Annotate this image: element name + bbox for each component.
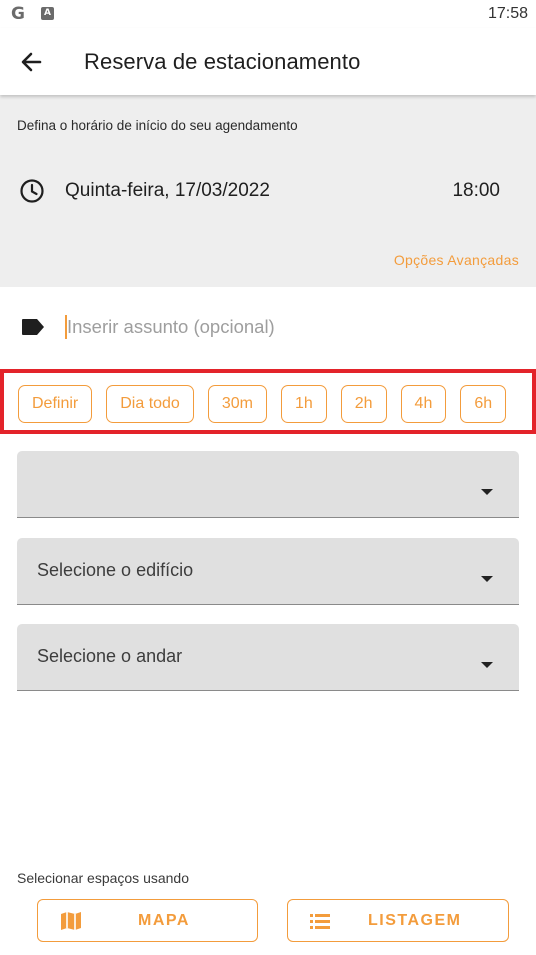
- chip-1h[interactable]: 1h: [280, 385, 327, 423]
- chip-30m[interactable]: 30m: [207, 385, 267, 423]
- chip-dia-todo[interactable]: Dia todo: [106, 385, 194, 423]
- clock-icon: [20, 179, 44, 203]
- dropdown-arrow-icon: [481, 662, 493, 668]
- floor-select[interactable]: Selecione o andar: [17, 624, 519, 691]
- list-icon: [310, 914, 330, 929]
- select-spaces-hint: Selecionar espaços usando: [17, 870, 190, 886]
- parking-select[interactable]: [17, 451, 519, 518]
- status-time: 17:58: [487, 5, 528, 22]
- map-button-label: MAPA: [138, 912, 190, 929]
- arrow-left-icon: [21, 52, 42, 72]
- building-select[interactable]: Selecione o edifício: [17, 538, 519, 605]
- status-bar: G A 17:58: [0, 0, 536, 28]
- tag-icon: [22, 319, 44, 335]
- schedule-date[interactable]: Quinta-feira, 17/03/2022: [65, 180, 270, 202]
- dropdown-arrow-icon: [481, 489, 493, 495]
- map-button[interactable]: MAPA: [37, 899, 258, 942]
- back-button[interactable]: [16, 48, 48, 76]
- app-bar: Reserva de estacionamento: [0, 28, 536, 95]
- map-icon: [61, 912, 81, 930]
- chip-6h[interactable]: 6h: [460, 385, 507, 423]
- accessibility-icon: A: [41, 7, 54, 20]
- google-icon: G: [11, 4, 25, 24]
- schedule-time[interactable]: 18:00: [452, 180, 500, 202]
- dropdown-arrow-icon: [481, 576, 493, 582]
- chip-definir[interactable]: Definir: [18, 385, 93, 423]
- building-select-label: Selecione o edifício: [37, 560, 194, 580]
- duration-chips-highlight: Definir Dia todo 30m 1h 2h 4h 6h: [0, 369, 536, 434]
- chip-4h[interactable]: 4h: [400, 385, 447, 423]
- schedule-hint: Defina o horário de início do seu agenda…: [17, 118, 298, 133]
- list-button[interactable]: LISTAGEM: [287, 899, 509, 942]
- subject-input[interactable]: [64, 312, 504, 342]
- advanced-options-link[interactable]: Opções Avançadas: [394, 252, 519, 268]
- text-cursor: [65, 315, 67, 339]
- floor-select-label: Selecione o andar: [37, 646, 183, 666]
- schedule-section: Defina o horário de início do seu agenda…: [0, 95, 536, 287]
- chip-2h[interactable]: 2h: [340, 385, 387, 423]
- duration-chips: Definir Dia todo 30m 1h 2h 4h 6h: [18, 385, 507, 423]
- list-button-label: LISTAGEM: [368, 912, 462, 929]
- page-title: Reserva de estacionamento: [84, 49, 361, 74]
